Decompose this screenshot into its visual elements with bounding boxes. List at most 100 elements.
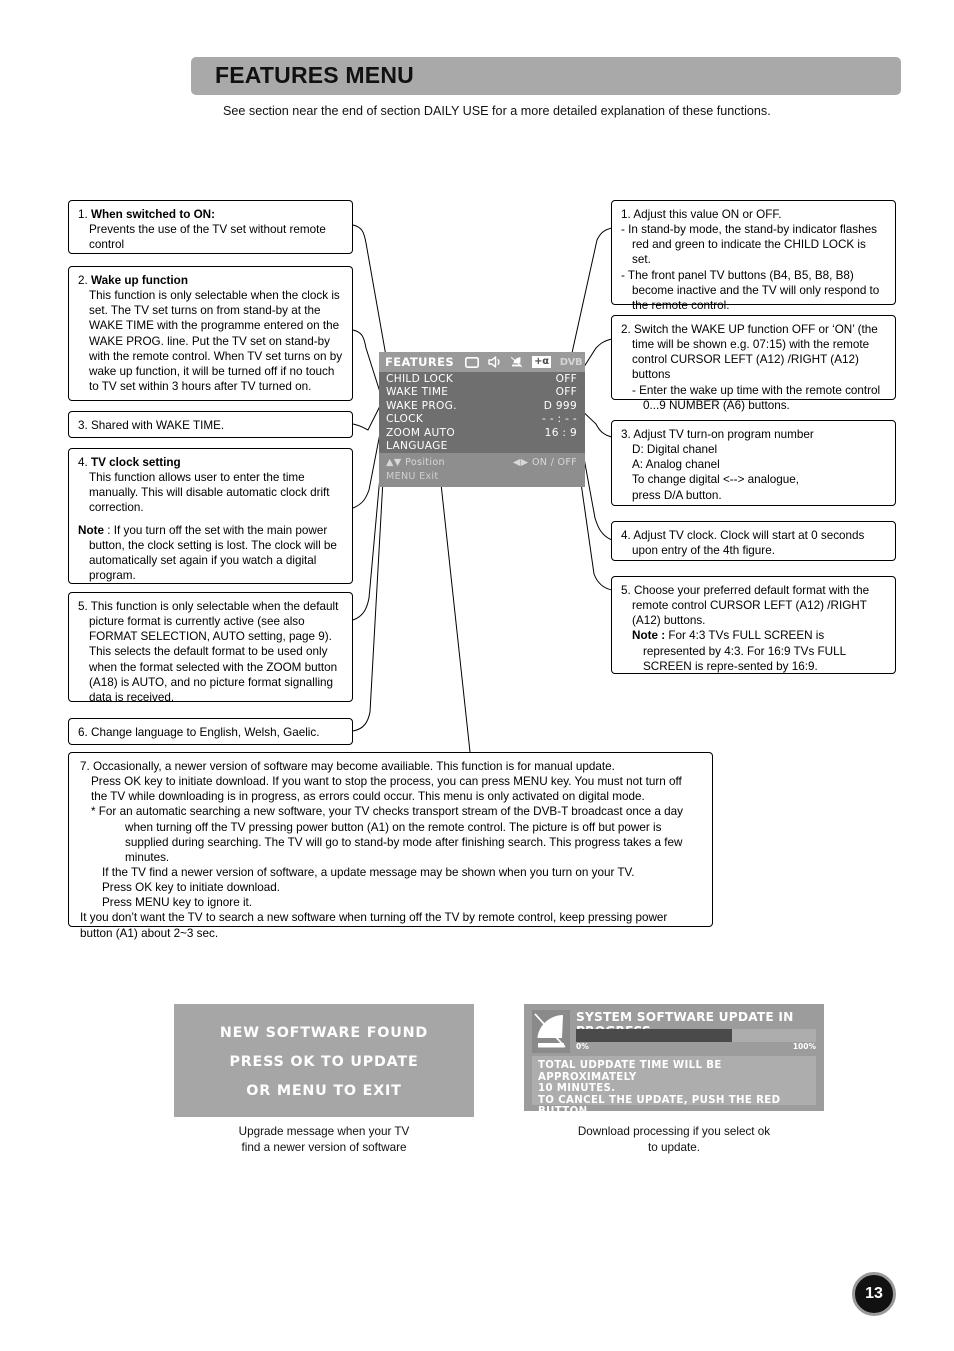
features-icon[interactable]: +α	[532, 356, 551, 368]
note-heading: When switched to ON:	[91, 208, 216, 221]
progress-note-line-4: ON THE REMOTE CONTROL.	[538, 1117, 702, 1129]
note-box-right-3: 3. Adjust TV turn-on program number D: D…	[611, 420, 896, 506]
note-body: Shared with WAKE TIME.	[91, 419, 225, 432]
caption-line-1: Upgrade message when your TV	[238, 1125, 410, 1138]
note-detail: For 4:3 TVs FULL SCREEN is represented b…	[643, 629, 846, 673]
osd-position-label: Position	[405, 457, 445, 468]
manual-page: FEATURES MENU See section near the end o…	[0, 0, 954, 1351]
up-down-arrows-icon: ▲▼	[386, 457, 402, 468]
osd-onoff-label: ON / OFF	[531, 457, 577, 468]
note-number: 2.	[621, 323, 631, 336]
install-icon[interactable]	[510, 353, 523, 372]
osd-row-label: WAKE PROG.	[386, 399, 457, 412]
note-body: Switch the WAKE UP function OFF or ‘ON’ …	[632, 323, 878, 382]
note-number: 2.	[78, 274, 88, 287]
progress-bar-track	[576, 1029, 816, 1042]
osd-row-child-lock[interactable]: CHILD LOCK OFF	[379, 373, 585, 386]
note-bullet: - The front panel TV buttons (B4, B5, B8…	[621, 268, 880, 312]
note-number: 6.	[78, 726, 88, 739]
osd-row-clock[interactable]: CLOCK - - : - -	[379, 413, 585, 426]
note-body: Prevents the use of the TV set without r…	[89, 223, 326, 252]
note-detail: : If you turn off the set with the main …	[89, 523, 337, 582]
note-number: 7.	[80, 760, 90, 773]
osd-row-label: WAKE TIME	[386, 386, 449, 399]
osd-row-label: LANGUAGE	[386, 440, 448, 453]
note-line: If the TV find a newer version of softwa…	[102, 865, 635, 879]
progress-note-line-1: TOTAL UDPDATE TIME WILL BE APPROXIMATELY	[538, 1060, 722, 1083]
osd-title-bar: FEATURES +α DVB	[379, 352, 585, 372]
left-right-arrows-icon: ◀▶	[512, 457, 529, 468]
osd-title: FEATURES	[385, 355, 455, 369]
dvb-icon: DVB	[559, 356, 583, 368]
page-title: FEATURES MENU	[215, 62, 414, 88]
progress-bar-fill	[576, 1029, 732, 1042]
note-number: 3.	[621, 428, 631, 441]
found-line-3: OR MENU TO EXIT	[246, 1083, 402, 1099]
note-box-right-2: 2. Switch the WAKE UP function OFF or ‘O…	[611, 315, 896, 412]
note-heading: TV clock setting	[91, 456, 181, 469]
osd-icon-row: +α DVB	[465, 353, 583, 372]
screen-new-software-found: NEW SOFTWARE FOUND PRESS OK TO UPDATE OR…	[174, 1004, 474, 1117]
osd-row-label: ZOOM AUTO	[386, 426, 455, 439]
note-subline: 0...9 NUMBER (A6) buttons.	[643, 398, 790, 412]
note-box-right-1: 1. Adjust this value ON or OFF. - In sta…	[611, 200, 896, 312]
note-box-left-5: 5. This function is only selectable when…	[68, 592, 353, 704]
caption-line-2: to update.	[648, 1140, 700, 1154]
note-line: It you don’t want the TV to search a new…	[80, 911, 668, 940]
page-number-badge: 13	[852, 1272, 896, 1316]
sound-icon[interactable]	[488, 353, 501, 372]
osd-row-language[interactable]: LANGUAGE	[379, 440, 585, 453]
osd-row-value: - - : - -	[541, 413, 577, 426]
progress-note-panel: TOTAL UDPDATE TIME WILL BE APPROXIMATELY…	[532, 1056, 816, 1129]
note-body: This function is only selectable when th…	[89, 600, 339, 704]
picture-icon[interactable]	[465, 353, 480, 372]
note-label: Note :	[632, 629, 666, 643]
note-number: 5.	[78, 600, 88, 613]
osd-row-value: OFF	[555, 373, 577, 385]
note-number: 1.	[621, 208, 631, 221]
found-line-1: NEW SOFTWARE FOUND	[219, 1025, 429, 1041]
note-subline: - Enter the wake up time with the remote…	[632, 383, 881, 397]
tv-osd-features-menu: FEATURES +α DVB CHILD LOCK OFF WAKE TIME…	[379, 352, 585, 487]
note-number: 1.	[78, 208, 88, 221]
osd-row-wake-prog[interactable]: WAKE PROG. D 999	[379, 400, 585, 413]
note-body: Occasionally, a newer version of softwar…	[93, 760, 615, 773]
note-box-bottom-7: 7. Occasionally, a newer version of soft…	[68, 752, 713, 940]
note-body: Adjust TV turn-on program number	[633, 428, 814, 441]
note-line: Press OK key to initiate download.	[102, 881, 281, 895]
note-body: Adjust TV clock. Clock will start at 0 s…	[632, 529, 865, 558]
note-subline: D: Digital chanel	[632, 443, 718, 457]
note-body: This function allows user to enter the t…	[89, 471, 330, 515]
note-box-left-4: 4. TV clock setting This function allows…	[68, 448, 353, 584]
note-line: * For an automatic searching a new softw…	[91, 805, 684, 819]
note-body: This function is only selectable when th…	[89, 289, 343, 393]
osd-row-zoom-auto[interactable]: ZOOM AUTO 16 : 9	[379, 427, 585, 440]
caption-line-2: find a newer version of software	[241, 1140, 407, 1154]
note-box-right-5: 5. Choose your preferred default format …	[611, 576, 896, 674]
note-subline: A: Analog chanel	[632, 458, 720, 472]
found-line-2: PRESS OK TO UPDATE	[229, 1054, 419, 1070]
satellite-dish-icon	[532, 1010, 570, 1053]
note-number: 5.	[621, 584, 631, 597]
osd-row-value: OFF	[555, 386, 577, 399]
note-bullet: - In stand-by mode, the stand-by indicat…	[621, 223, 877, 267]
note-box-right-4: 4. Adjust TV clock. Clock will start at …	[611, 521, 896, 561]
osd-exit-hint: MENU Exit	[386, 471, 439, 482]
note-number: 3.	[78, 419, 88, 432]
progress-note-line-3: TO CANCEL THE UPDATE, PUSH THE RED BUTTO…	[538, 1094, 781, 1118]
osd-footer-hints: ▲▼ Position ◀▶ ON / OFF	[386, 457, 577, 468]
note-heading: Wake up function	[91, 274, 188, 287]
osd-row-wake-time[interactable]: WAKE TIME OFF	[379, 386, 585, 399]
screen-update-in-progress: SYSTEM SOFTWARE UPDATE IN PROGRESS 0% 10…	[524, 1004, 824, 1129]
osd-row-value: D 999	[543, 399, 577, 412]
note-line: Press MENU key to ignore it.	[102, 896, 253, 910]
osd-row-value: 16 : 9	[544, 426, 577, 439]
note-subline: press D/A button.	[632, 488, 722, 502]
page-subtitle: See section near the end of section DAIL…	[223, 104, 771, 118]
note-box-left-3: 3. Shared with WAKE TIME.	[68, 411, 353, 438]
note-number: 4.	[621, 529, 631, 542]
note-line: Press OK key to initiate download. If yo…	[91, 775, 682, 804]
note-body: Change language to English, Welsh, Gaeli…	[91, 726, 320, 739]
osd-row-label: CHILD LOCK	[386, 373, 454, 385]
progress-min-label: 0%	[576, 1042, 589, 1051]
